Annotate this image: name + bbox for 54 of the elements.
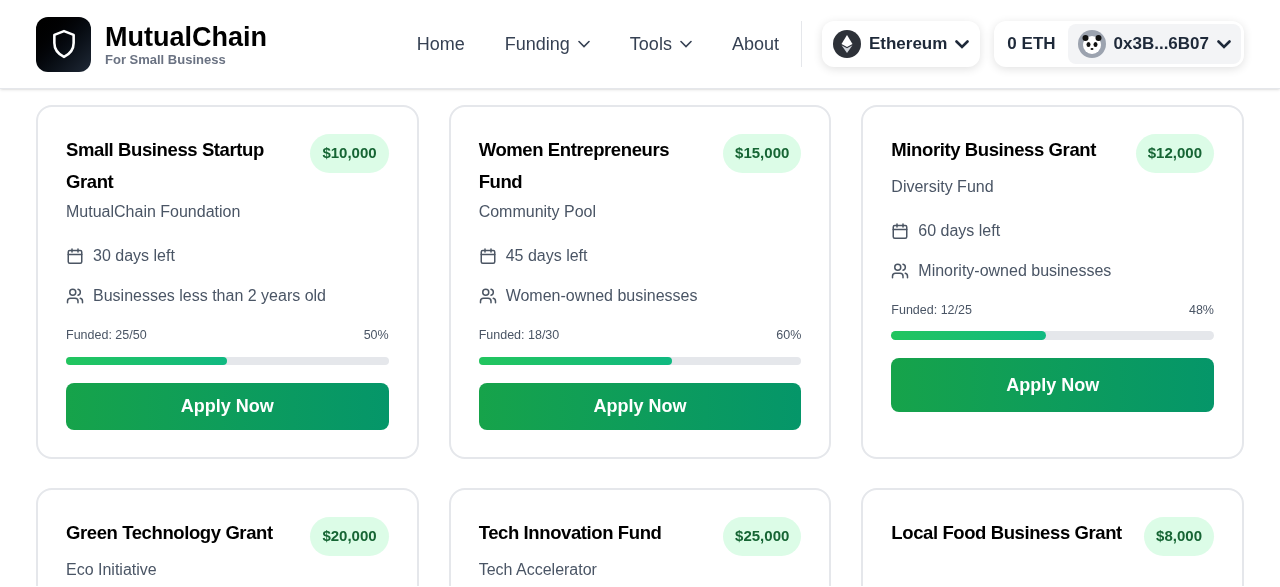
calendar-icon bbox=[66, 247, 84, 265]
chevron-down-icon bbox=[955, 39, 970, 49]
calendar-icon bbox=[891, 221, 910, 240]
grant-sponsor: Diversity Fund bbox=[891, 176, 995, 197]
amount-badge: $8,000 bbox=[1144, 517, 1214, 556]
grant-title: Women Entrepreneurs Fund bbox=[478, 138, 671, 194]
deadline-text: 45 days left bbox=[505, 246, 588, 266]
amount-badge: $10,000 bbox=[310, 134, 389, 173]
eligibility-text: Minority-owned businesses bbox=[918, 260, 1112, 281]
wallet-button[interactable]: 0x3B...6B07 bbox=[1067, 24, 1241, 64]
chevron-down-icon bbox=[577, 40, 590, 48]
users-icon bbox=[478, 287, 497, 305]
grant-sponsor: Tech Accelerator bbox=[478, 559, 598, 580]
logo-icon bbox=[36, 16, 91, 72]
grant-sponsor: Community Pool bbox=[478, 202, 598, 222]
network-selector[interactable]: Ethereum bbox=[821, 21, 981, 67]
nav-link[interactable]: Home bbox=[416, 30, 465, 58]
chevron-down-icon bbox=[679, 40, 692, 48]
grant-sponsor: Eco Initiative bbox=[66, 559, 158, 580]
chevron-down-icon bbox=[1217, 39, 1231, 49]
funded-text: Funded: 18/30 bbox=[478, 327, 560, 344]
avatar-icon bbox=[1077, 30, 1106, 58]
grant-title: Small Business Startup Grant bbox=[66, 138, 265, 194]
nav-link[interactable]: Funding bbox=[504, 30, 590, 58]
deadline-text: 30 days left bbox=[93, 246, 175, 266]
nav-link[interactable]: Tools bbox=[629, 30, 692, 58]
ethereum-icon bbox=[832, 30, 861, 58]
percent-text: 60% bbox=[776, 327, 802, 344]
balance-text: 0 ETH bbox=[1007, 33, 1056, 56]
eligibility-text: Women-owned businesses bbox=[505, 286, 698, 306]
eligibility-text: Businesses less than 2 years old bbox=[93, 286, 326, 306]
amount-badge: $20,000 bbox=[310, 517, 389, 556]
percent-text: 50% bbox=[363, 327, 389, 344]
grant-title: Green Technology Grant bbox=[66, 521, 273, 545]
brand-name: MutualChain bbox=[105, 21, 267, 52]
grant-sponsor: MutualChain Foundation bbox=[66, 202, 242, 222]
apply-button[interactable]: Apply Now bbox=[478, 382, 802, 430]
grant-title: Tech Innovation Fund bbox=[478, 521, 662, 545]
amount-badge: $25,000 bbox=[723, 517, 802, 556]
amount-badge: $15,000 bbox=[723, 134, 802, 173]
percent-text: 48% bbox=[1188, 301, 1214, 319]
users-icon bbox=[891, 261, 910, 280]
grant-title: Local Food Business Grant bbox=[891, 521, 1122, 545]
nav-link[interactable]: About bbox=[731, 30, 779, 58]
users-icon bbox=[66, 287, 84, 305]
funded-text: Funded: 25/50 bbox=[66, 327, 147, 344]
amount-badge: $12,000 bbox=[1135, 134, 1214, 173]
funded-text: Funded: 12/25 bbox=[891, 301, 972, 319]
apply-button[interactable]: Apply Now bbox=[891, 358, 1214, 413]
apply-button[interactable]: Apply Now bbox=[66, 382, 389, 430]
deadline-text: 60 days left bbox=[918, 220, 1001, 241]
calendar-icon bbox=[478, 247, 497, 265]
grant-title: Minority Business Grant bbox=[891, 138, 1096, 162]
brand-tagline: For Small Business bbox=[105, 51, 227, 67]
